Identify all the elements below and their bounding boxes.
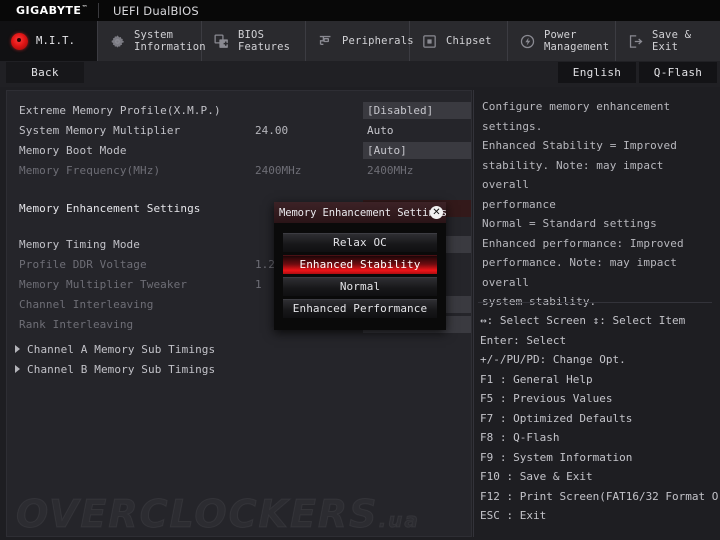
tab-bios-features[interactable]: BIOS Features <box>202 21 306 61</box>
tab-chipset[interactable]: Chipset <box>410 21 508 61</box>
setting-label: System Memory Multiplier <box>19 124 181 137</box>
setting-value[interactable]: [Auto] <box>363 142 471 159</box>
tab-power-management[interactable]: Power Management <box>508 21 616 61</box>
key-legend-line: +/-/PU/PD: Change Opt. <box>480 353 626 366</box>
setting-label: Memory Timing Mode <box>19 238 141 251</box>
tab-mit-label: M.I.T. <box>36 35 76 47</box>
setting-label: Memory Frequency(MHz) <box>19 164 161 177</box>
trademark-mark: ™ <box>81 4 88 12</box>
setting-label: Rank Interleaving <box>19 318 134 331</box>
key-legend-line: F5 : Previous Values <box>480 392 613 405</box>
key-legend-line: Enter: Select <box>480 333 567 347</box>
key-legend-line: ESC : Exit <box>480 509 547 522</box>
setting-label: Profile DDR Voltage <box>19 258 147 271</box>
tab-save-and-exit[interactable]: Save & Exit <box>616 21 720 61</box>
submenu-label: Channel A Memory Sub Timings <box>27 343 216 356</box>
tab-bios-features-label: BIOS Features <box>238 29 291 53</box>
setting-label: Memory Boot Mode <box>19 144 127 157</box>
tab-system-information[interactable]: System Information <box>98 21 206 61</box>
setting-midvalue: 24.00 <box>255 124 289 137</box>
sub-toolbar: Back English Q-Flash <box>0 61 720 87</box>
gear-icon <box>106 30 128 52</box>
submenu-row-channel-b[interactable]: Channel B Memory Sub Timings <box>7 360 471 379</box>
tab-chipset-label: Chipset <box>446 35 492 47</box>
close-icon[interactable]: ✕ <box>430 206 443 219</box>
setting-label: Memory Enhancement Settings <box>19 202 201 215</box>
key-legend-line: F8 : Q-Flash <box>480 431 560 444</box>
dialog-option-enhanced-performance[interactable]: Enhanced Performance <box>283 299 437 318</box>
brand-bar: GIGABYTE™ UEFI DualBIOS <box>0 0 720 21</box>
dialog-option-enhanced-stability[interactable]: Enhanced Stability <box>283 255 437 274</box>
tab-peripherals-label: Peripherals <box>342 35 414 47</box>
setting-row-system-memory-multiplier[interactable]: System Memory Multiplier 24.00 Auto <box>7 121 471 140</box>
setting-value: 2400MHz <box>367 164 414 177</box>
setting-label: Extreme Memory Profile(X.M.P.) <box>19 104 221 117</box>
connector-icon <box>314 30 336 52</box>
dialog-option-relax-oc[interactable]: Relax OC <box>283 233 437 252</box>
memory-enhancement-dialog: Memory Enhancement Settings ✕ Relax OC E… <box>274 202 446 330</box>
setting-label: Memory Multiplier Tweaker <box>19 278 188 291</box>
tab-peripherals[interactable]: Peripherals <box>306 21 414 61</box>
key-legend-line: F9 : System Information <box>480 450 633 464</box>
main-nav: M.I.T. System Information BIOS Features <box>0 21 720 61</box>
tab-power-management-label: Power Management <box>544 29 610 53</box>
key-legend-line: F7 : Optimized Defaults <box>480 411 633 425</box>
setting-value[interactable]: [Disabled] <box>363 102 471 119</box>
chevron-right-icon <box>15 365 20 373</box>
tab-system-information-label: System Information <box>134 29 206 53</box>
language-button[interactable]: English <box>558 62 636 83</box>
submenu-label: Channel B Memory Sub Timings <box>27 363 216 376</box>
key-legend-line: F10 : Save & Exit <box>480 470 593 483</box>
tab-save-and-exit-label: Save & Exit <box>652 29 692 53</box>
dialog-options-list: Relax OC Enhanced Stability Normal Enhan… <box>274 223 446 330</box>
gauge-icon <box>8 30 30 52</box>
setting-label: Channel Interleaving <box>19 298 154 311</box>
setting-value[interactable]: Auto <box>363 122 471 139</box>
key-legend-line: ↔: Select Screen ↕: Select Item <box>480 314 686 327</box>
key-legend-line: F1 : General Help <box>480 372 593 386</box>
tab-mit[interactable]: M.I.T. <box>0 21 98 61</box>
dialog-title: Memory Enhancement Settings <box>279 206 446 219</box>
lightning-icon <box>516 30 538 52</box>
help-pane: Configure memory enhancement settings. E… <box>474 90 718 537</box>
setting-midvalue: 1 <box>255 278 262 291</box>
chipset-icon <box>418 30 440 52</box>
qflash-button[interactable]: Q-Flash <box>639 62 717 83</box>
setting-row-xmp[interactable]: Extreme Memory Profile(X.M.P.) [Disabled… <box>7 101 471 120</box>
setting-row-memory-boot-mode[interactable]: Memory Boot Mode [Auto] <box>7 141 471 160</box>
gigabyte-logo: GIGABYTE™ <box>16 4 88 17</box>
setting-midvalue: 2400MHz <box>255 164 302 177</box>
key-legend: ↔: Select Screen ↕: Select Item Enter: S… <box>480 311 718 526</box>
exit-door-icon <box>624 30 646 52</box>
dialog-title-bar: Memory Enhancement Settings ✕ <box>274 202 446 223</box>
back-button[interactable]: Back <box>6 62 84 83</box>
bios-screen: GIGABYTE™ UEFI DualBIOS M.I.T. System In… <box>0 0 720 540</box>
setting-row-memory-frequency: Memory Frequency(MHz) 2400MHz 2400MHz <box>7 161 471 180</box>
chip-plus-icon <box>210 30 232 52</box>
key-legend-line: F12 : Print Screen(FAT16/32 Format Only) <box>480 489 718 503</box>
chevron-right-icon <box>15 345 20 353</box>
help-description: Configure memory enhancement settings. E… <box>482 100 684 308</box>
submenu-row-channel-a[interactable]: Channel A Memory Sub Timings <box>7 340 471 359</box>
dialog-option-normal[interactable]: Normal <box>283 277 437 296</box>
brand-subtitle: UEFI DualBIOS <box>112 3 199 18</box>
help-divider <box>478 302 712 303</box>
